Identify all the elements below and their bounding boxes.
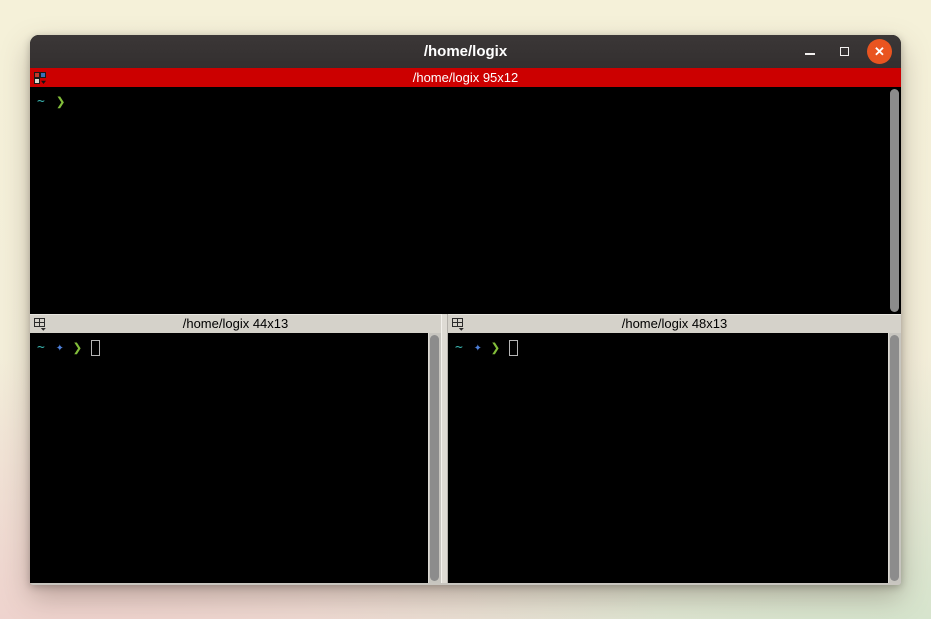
- pane-title-top: /home/logix 95x12: [30, 68, 901, 87]
- prompt-line-bottom-left: ~ ✦ ❯: [37, 339, 100, 356]
- pane-top: /home/logix 95x12 ~ ❯: [30, 68, 901, 314]
- grouping-icon-unfocused[interactable]: [452, 317, 465, 330]
- scrollbar-bottom-right[interactable]: [888, 333, 901, 583]
- pane-titlebar-bottom-right[interactable]: /home/logix 48x13: [448, 314, 901, 333]
- maximize-button[interactable]: [832, 39, 857, 64]
- terminator-window: /home/logix ✕: [30, 35, 901, 585]
- scrollbar-bottom-left[interactable]: [428, 333, 441, 583]
- close-icon: ✕: [874, 45, 885, 58]
- pane-titlebar-bottom-left[interactable]: /home/logix 44x13: [30, 314, 441, 333]
- prompt-arrow-icon: ❯: [491, 340, 501, 356]
- terminal-cursor: [509, 340, 518, 356]
- prompt-cwd: ~: [455, 340, 463, 355]
- prompt-line-top: ~ ❯: [37, 93, 72, 110]
- grouping-icon-focused[interactable]: [34, 71, 47, 84]
- window-title: /home/logix: [30, 35, 901, 68]
- prompt-cwd: ~: [37, 340, 45, 355]
- scrollbar-thumb[interactable]: [890, 89, 899, 312]
- scrollbar-thumb[interactable]: [430, 335, 439, 581]
- pane-title-bottom-right: /home/logix 48x13: [448, 314, 901, 333]
- minimize-button[interactable]: [797, 39, 822, 64]
- window-titlebar[interactable]: /home/logix ✕: [30, 35, 901, 68]
- terminal-bottom-right[interactable]: ~ ✦ ❯: [448, 333, 888, 583]
- minimize-icon: [805, 53, 815, 55]
- maximize-icon: [840, 47, 849, 56]
- prompt-arrow-icon: ❯: [56, 94, 66, 110]
- terminal-bottom-left[interactable]: ~ ✦ ❯: [30, 333, 428, 583]
- prompt-cwd: ~: [37, 94, 45, 109]
- pane-titlebar-top[interactable]: /home/logix 95x12: [30, 68, 901, 87]
- pane-title-bottom-left: /home/logix 44x13: [30, 314, 441, 333]
- terminal-cursor: [91, 340, 100, 356]
- grouping-icon-unfocused[interactable]: [34, 317, 47, 330]
- pane-bottom-right: /home/logix 48x13 ~ ✦ ❯: [448, 314, 901, 583]
- scrollbar-thumb[interactable]: [890, 335, 899, 581]
- prompt-arrow-icon: ❯: [73, 340, 83, 356]
- scrollbar-top[interactable]: [888, 87, 901, 314]
- terminal-top[interactable]: ~ ❯: [30, 87, 888, 314]
- pane-bottom-left: /home/logix 44x13 ~ ✦ ❯: [30, 314, 441, 583]
- pane-splitter[interactable]: [441, 314, 448, 583]
- prompt-star-icon: ✦: [474, 340, 482, 355]
- prompt-line-bottom-right: ~ ✦ ❯: [455, 339, 518, 356]
- prompt-star-icon: ✦: [56, 340, 64, 355]
- window-controls: ✕: [797, 35, 892, 68]
- close-button[interactable]: ✕: [867, 39, 892, 64]
- bottom-pane-row: /home/logix 44x13 ~ ✦ ❯: [30, 314, 901, 583]
